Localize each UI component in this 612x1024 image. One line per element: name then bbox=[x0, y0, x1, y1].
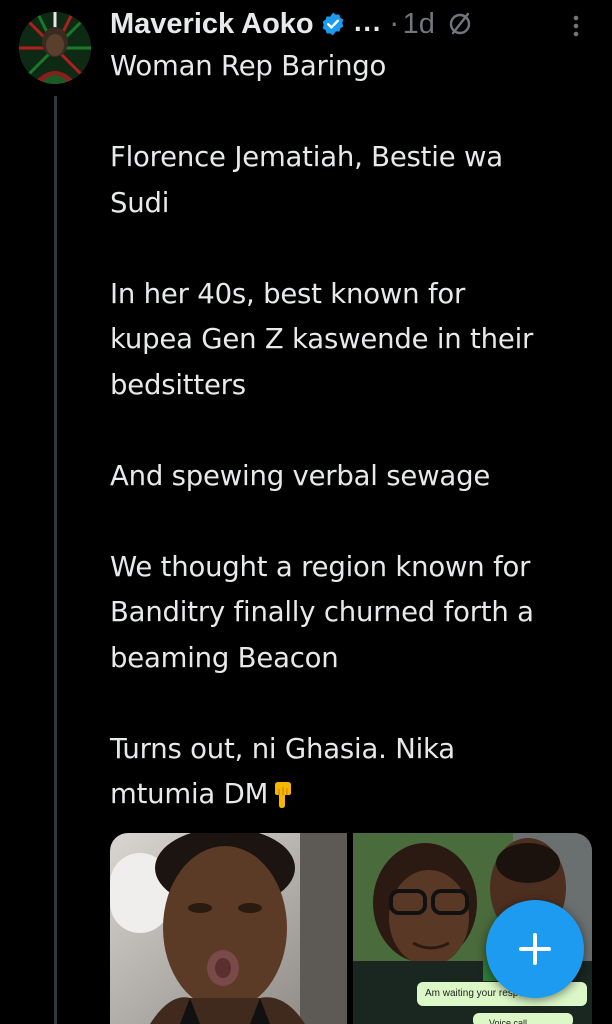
post-text-line: In her 40s, best known for bbox=[110, 277, 466, 310]
avatar[interactable] bbox=[19, 12, 91, 84]
media-image-1[interactable] bbox=[110, 833, 347, 1024]
avatar-image bbox=[19, 12, 91, 84]
post-text-line: Banditry finally churned forth a bbox=[110, 596, 534, 628]
post-text-line: Sudi bbox=[110, 186, 170, 219]
post-text-blank-line bbox=[110, 90, 600, 136]
post-header: Maverick Aoko ... · 1d bbox=[110, 4, 473, 44]
post-text-line: Turns out, ni Ghasia. Nika bbox=[110, 732, 455, 765]
post-text-blank-line bbox=[110, 681, 600, 727]
name-truncation-ellipsis: ... bbox=[353, 11, 382, 37]
post-text-line: Florence Jematiah, Bestie wa bbox=[110, 141, 503, 173]
separator-dot: · bbox=[389, 7, 399, 41]
no-reply-icon bbox=[447, 11, 473, 37]
post-text-line: kupea Gen Z kaswende in their bbox=[110, 323, 534, 355]
post-text-line: We thought a region known for bbox=[110, 550, 531, 583]
thread-connector-line bbox=[54, 96, 57, 1024]
compose-fab-button[interactable] bbox=[486, 900, 584, 998]
plus-icon bbox=[519, 933, 551, 965]
chat-voice-call-bubble: Voice call bbox=[473, 1013, 573, 1024]
post-text-blank-line bbox=[110, 499, 600, 545]
post-text-blank-line bbox=[110, 226, 600, 272]
post-timestamp[interactable]: 1d bbox=[403, 8, 435, 41]
post-text-line: Woman Rep Baringo bbox=[110, 50, 387, 82]
post-text-line: bedsitters bbox=[110, 368, 246, 401]
post-text-last-line: mtumia DM bbox=[110, 772, 600, 818]
pointing-down-hand-emoji bbox=[268, 778, 298, 808]
post-text-line: beaming Beacon bbox=[110, 641, 339, 674]
more-vertical-icon[interactable] bbox=[566, 12, 586, 40]
post-text-line: And spewing verbal sewage bbox=[110, 459, 491, 492]
verified-badge-icon bbox=[320, 11, 346, 37]
author-name[interactable]: Maverick Aoko bbox=[110, 8, 314, 41]
post-text-blank-line bbox=[110, 408, 600, 454]
woman-selfie-photo bbox=[110, 833, 347, 1024]
post-text-line: mtumia DM bbox=[110, 778, 269, 810]
post-text: Woman Rep Baringo Florence Jematiah, Bes… bbox=[110, 44, 600, 818]
